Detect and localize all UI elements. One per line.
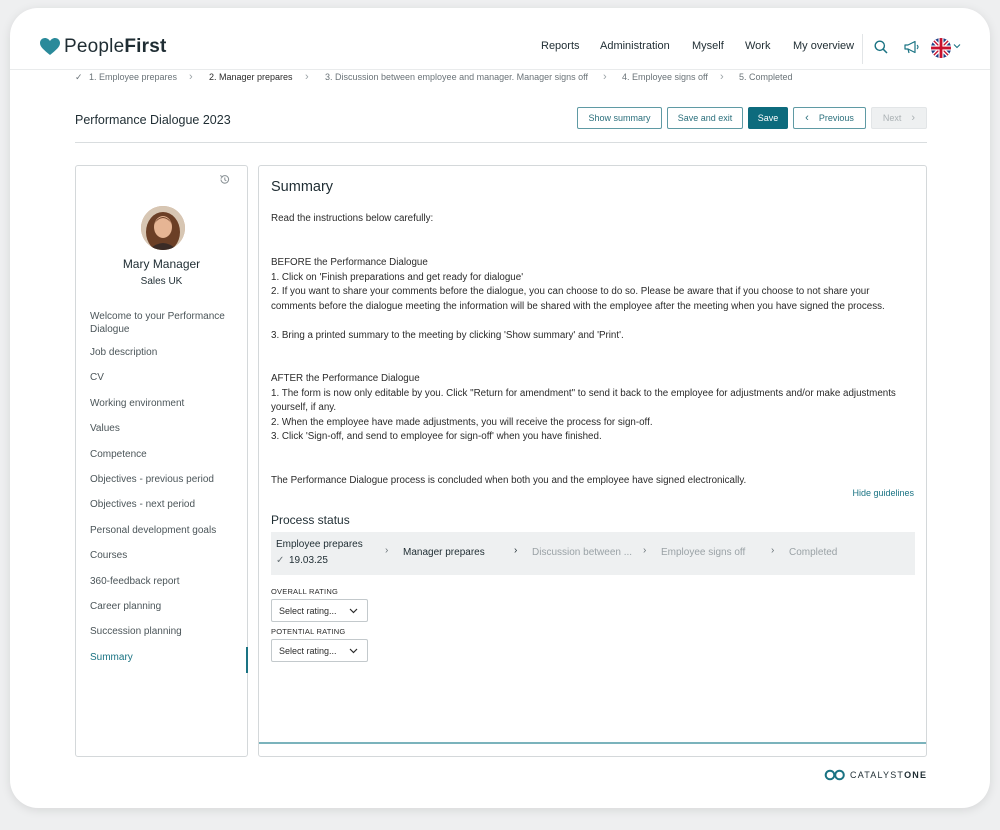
menu-item-working-environment[interactable]: Working environment [90, 398, 240, 411]
potential-rating-label: POTENTIAL RATING [271, 627, 346, 636]
process-step-manager-prepares: Manager prepares [403, 547, 485, 558]
chevron-down-icon [349, 648, 358, 654]
megaphone-icon[interactable] [904, 40, 920, 54]
menu-item-objectives-next[interactable]: Objectives - next period [90, 499, 240, 512]
catalystone-logo: CATALYSTONE [824, 769, 927, 781]
step-2[interactable]: 2. Manager prepares [209, 72, 293, 82]
potential-rating-value: Select rating... [279, 645, 337, 656]
before-heading: BEFORE the Performance Dialogue [271, 257, 428, 268]
after-heading: AFTER the Performance Dialogue [271, 373, 420, 384]
nav-reports[interactable]: Reports [541, 40, 580, 52]
previous-label: Previous [818, 113, 854, 123]
save-and-exit-button[interactable]: Save and exit [667, 107, 743, 129]
avatar [141, 206, 185, 250]
chevron-left-icon: ‹ [805, 112, 809, 124]
nav-my-overview[interactable]: My overview [793, 40, 854, 52]
hide-guidelines-link[interactable]: Hide guidelines [852, 488, 914, 498]
left-sidebar: Mary Manager Sales UK Welcome to your Pe… [75, 165, 248, 757]
menu-item-cv[interactable]: CV [90, 372, 240, 385]
nav-administration[interactable]: Administration [600, 40, 670, 52]
step-5[interactable]: 5. Completed [739, 72, 793, 82]
previous-button[interactable]: ‹ Previous [793, 107, 866, 129]
save-button[interactable]: Save [748, 107, 788, 129]
before-step-1: 1. Click on 'Finish preparations and get… [271, 271, 524, 283]
divider [75, 142, 927, 143]
chevron-right-icon: › [305, 71, 309, 83]
chevron-right-icon: › [771, 545, 775, 556]
profile-department: Sales UK [140, 276, 183, 287]
uk-flag-icon[interactable] [931, 38, 951, 58]
brand-wordmark: CATALYSTONE [850, 770, 928, 780]
active-indicator [246, 647, 248, 673]
section-title: Summary [271, 179, 334, 195]
summary-panel: Summary Read the instructions below care… [258, 165, 927, 757]
process-status-bar: Employee prepares ✓ 19.03.25 › Manager p… [271, 532, 915, 575]
search-icon[interactable] [874, 40, 888, 54]
after-step-3: 3. Click 'Sign-off, and send to employee… [271, 431, 602, 442]
chevron-right-icon: › [603, 71, 607, 83]
chevron-right-icon: › [911, 112, 916, 124]
check-icon: ✓ [75, 72, 83, 82]
process-step-date: 19.03.25 [289, 555, 328, 566]
menu-item-personal-development[interactable]: Personal development goals [90, 525, 240, 538]
process-step-employee-prepares: Employee prepares [276, 539, 363, 550]
chevron-right-icon: › [385, 545, 389, 556]
top-navigation-bar: PeopleFirst Reports Administration Mysel… [10, 8, 990, 70]
overall-rating-select[interactable]: Select rating... [271, 599, 368, 622]
chevron-right-icon: › [189, 71, 193, 83]
step-1[interactable]: 1. Employee prepares [89, 72, 177, 82]
menu-item-welcome[interactable]: Welcome to your Performance Dialogue [90, 311, 240, 336]
step-4[interactable]: 4. Employee signs off [622, 72, 708, 82]
catalystone-icon [824, 769, 845, 781]
nav-work[interactable]: Work [745, 40, 770, 52]
after-step-1: 1. The form is now only editable by you.… [271, 387, 896, 414]
overall-rating-label: OVERALL RATING [271, 587, 338, 596]
menu-item-courses[interactable]: Courses [90, 550, 240, 563]
process-step-employee-signs-off: Employee signs off [661, 547, 746, 558]
next-label: Next [882, 113, 902, 123]
menu-item-summary[interactable]: Summary [90, 652, 240, 665]
step-3[interactable]: 3. Discussion between employee and manag… [325, 72, 588, 82]
nav-myself[interactable]: Myself [692, 40, 724, 52]
chevron-right-icon: › [514, 545, 518, 556]
chevron-right-icon: › [643, 545, 647, 556]
app-window: PeopleFirst Reports Administration Mysel… [10, 8, 990, 808]
process-status-title: Process status [271, 513, 350, 527]
before-step-3: 3. Bring a printed summary to the meetin… [271, 329, 624, 341]
menu-item-career-planning[interactable]: Career planning [90, 601, 240, 614]
potential-rating-select[interactable]: Select rating... [271, 639, 368, 662]
peoplefirst-logo[interactable]: PeopleFirst [40, 36, 167, 58]
conclusion-text: The Performance Dialogue process is conc… [271, 474, 747, 486]
menu-item-360-feedback[interactable]: 360-feedback report [90, 576, 240, 589]
profile-name: Mary Manager [122, 257, 201, 271]
overall-rating-value: Select rating... [279, 605, 337, 616]
heart-icon [40, 38, 60, 55]
before-step-2: 2. If you want to share your comments be… [271, 286, 885, 312]
after-step-2: 2. When the employee have made adjustmen… [271, 416, 653, 428]
intro-text: Read the instructions below carefully: [271, 213, 434, 224]
menu-item-objectives-previous[interactable]: Objectives - previous period [90, 474, 240, 487]
check-icon: ✓ [276, 555, 285, 566]
chevron-down-icon [349, 608, 358, 614]
history-icon[interactable] [219, 174, 230, 185]
menu-item-competence[interactable]: Competence [90, 449, 240, 462]
menu-item-succession-planning[interactable]: Succession planning [90, 626, 240, 639]
process-step-completed: Completed [789, 547, 838, 558]
show-summary-button[interactable]: Show summary [577, 107, 662, 129]
menu-item-job-description[interactable]: Job description [90, 347, 240, 360]
chevron-right-icon: › [720, 71, 724, 83]
chevron-down-icon[interactable] [953, 42, 961, 50]
panel-bottom-border [259, 742, 926, 744]
nav-divider [862, 34, 863, 64]
logo-wordmark: PeopleFirst [64, 36, 167, 57]
page-title: Performance Dialogue 2023 [75, 113, 231, 127]
menu-item-values[interactable]: Values [90, 423, 240, 436]
next-button[interactable]: Next › [871, 107, 927, 129]
process-step-discussion: Discussion between ... [532, 547, 633, 558]
